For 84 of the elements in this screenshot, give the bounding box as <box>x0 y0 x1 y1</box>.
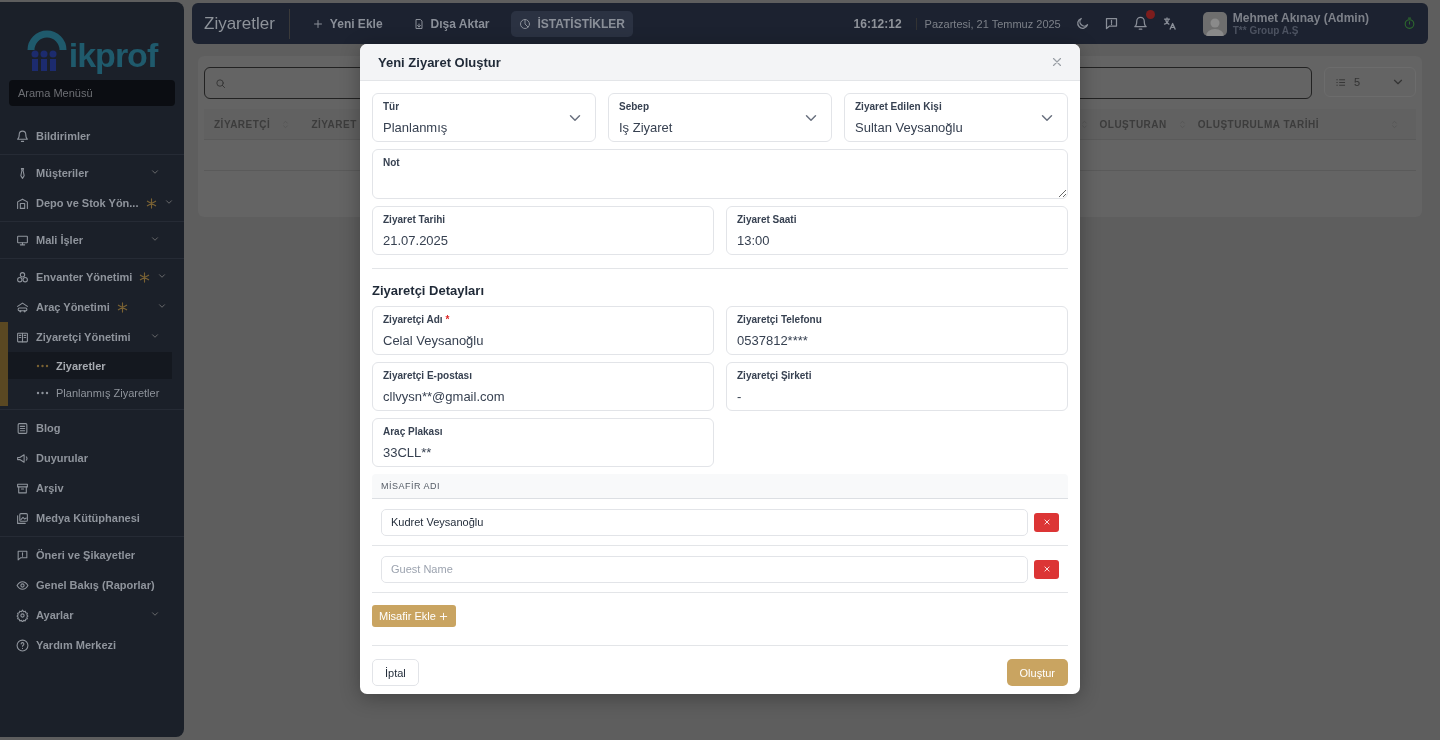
submenu-item[interactable]: Planlanmış Ziyaretler <box>8 379 184 406</box>
user-name: Mehmet Akınay (Admin) <box>1232 11 1369 25</box>
delete-button[interactable] <box>1034 559 1059 579</box>
sidebar-item[interactable]: Öneri ve Şikayetler <box>0 540 184 570</box>
logo: ikprof <box>0 10 184 72</box>
dialog-title: Yeni Ziyaret Oluştur <box>378 54 502 70</box>
field-label: Ziyaretçi Adı * <box>383 314 450 325</box>
list-icon <box>1335 76 1346 88</box>
toolbar-button[interactable]: İSTATİSTİKLER <box>511 10 634 37</box>
comment-alert-icon <box>16 548 29 562</box>
dots-icon <box>36 363 49 368</box>
sidebar-item[interactable]: Duyurular <box>0 443 184 473</box>
chevron-down-icon <box>150 609 160 619</box>
field-label: Ziyaretçi Şirketi <box>737 370 812 381</box>
field-label: Ziyaret Saati <box>737 214 797 225</box>
sidebar-item[interactable]: Müşteriler <box>0 158 184 188</box>
sidebar-item[interactable]: Bildirimler <box>0 121 184 151</box>
monitor-icon <box>16 233 29 247</box>
eye-icon <box>16 578 29 592</box>
date-text: Pazartesi, 21 Temmuz 2025 <box>915 17 1061 30</box>
plus-icon <box>437 610 449 622</box>
sidebar-item[interactable]: Yardım Merkezi <box>0 630 184 660</box>
boxes-icon <box>16 270 29 284</box>
file-download-icon <box>412 17 425 30</box>
field-label: Tür <box>383 101 400 112</box>
note-field[interactable] <box>372 149 1068 199</box>
cancel-button[interactable]: İptal <box>372 659 419 686</box>
guest-name-field[interactable]: Kudret Veysanoğlu <box>381 508 1028 536</box>
sidebar-item[interactable]: Araç Yönetimi <box>0 292 184 322</box>
field-label: Ziyaret Tarihi <box>383 214 446 225</box>
search-icon <box>215 77 226 89</box>
field-label: Ziyaret Edilen Kişi <box>855 101 942 112</box>
delete-button[interactable] <box>1034 512 1059 532</box>
field-label: Ziyaretçi E-postası <box>383 370 472 381</box>
settings-icon <box>16 608 29 622</box>
close-icon <box>1041 564 1052 574</box>
message-alert-icon <box>1103 16 1119 31</box>
chevron-down-icon <box>157 271 168 281</box>
section-title: Ziyaretçi Detayları <box>372 283 485 298</box>
toolbar-button[interactable]: Dışa Aktar <box>404 10 498 37</box>
chevron-down-icon <box>150 234 160 244</box>
column-header: MİSAFİR ADI <box>372 474 1068 499</box>
sidebar-item[interactable]: Arşiv <box>0 473 184 503</box>
sidebar-item[interactable]: Genel Bakış (Raporlar) <box>0 570 184 600</box>
archive-icon <box>16 481 29 495</box>
megaphone-icon <box>16 451 29 465</box>
dots-icon <box>36 390 49 395</box>
field-label: Ziyaretçi Telefonu <box>737 314 822 325</box>
plus-icon <box>311 17 324 30</box>
translate-icon <box>1161 16 1177 31</box>
pie-chart-icon <box>519 17 532 30</box>
sidebar-item[interactable]: Medya Kütüphanesi <box>0 503 184 533</box>
page-title: Ziyaretler <box>204 8 290 39</box>
chevron-down-icon <box>156 301 167 311</box>
chevron-down-icon <box>150 331 160 341</box>
clock: 16:12:12 <box>853 16 902 31</box>
sidebar-item[interactable]: Ziyaretçi Yönetimi <box>8 322 184 352</box>
car-icon <box>16 300 29 314</box>
moon-icon <box>1074 16 1090 31</box>
warehouse-icon <box>16 196 29 210</box>
timer-icon <box>1403 17 1416 30</box>
help-icon <box>16 638 29 652</box>
chevron-down-icon <box>163 197 174 207</box>
sidebar-item[interactable]: Blog <box>0 413 184 443</box>
close-icon <box>1041 517 1052 527</box>
document-icon <box>16 421 29 435</box>
sidebar-item[interactable]: Ayarlar <box>0 600 184 630</box>
sidebar-item[interactable]: Mali İşler <box>0 225 184 255</box>
menu-search-field[interactable]: Arama Menüsü <box>9 80 175 106</box>
submenu-item[interactable]: Ziyaretler <box>8 352 172 379</box>
field-label: Sebep <box>619 101 649 112</box>
avatar[interactable] <box>1202 11 1227 36</box>
sidebar-item[interactable]: Depo ve Stok Yön... <box>0 188 184 218</box>
chevron-down-icon <box>150 167 160 177</box>
guest-name-field[interactable]: Guest Name <box>381 555 1028 583</box>
toolbar-button[interactable]: Yeni Ekle <box>303 10 391 37</box>
book-icon <box>16 330 29 344</box>
images-icon <box>16 511 29 525</box>
field-label: Araç Plakası <box>383 426 443 437</box>
sidebar-item[interactable]: Envanter Yönetimi <box>0 262 184 292</box>
bell-icon <box>1132 16 1148 31</box>
close-icon <box>1050 55 1064 69</box>
bell-icon <box>16 129 29 143</box>
field-label: Not <box>383 157 400 168</box>
